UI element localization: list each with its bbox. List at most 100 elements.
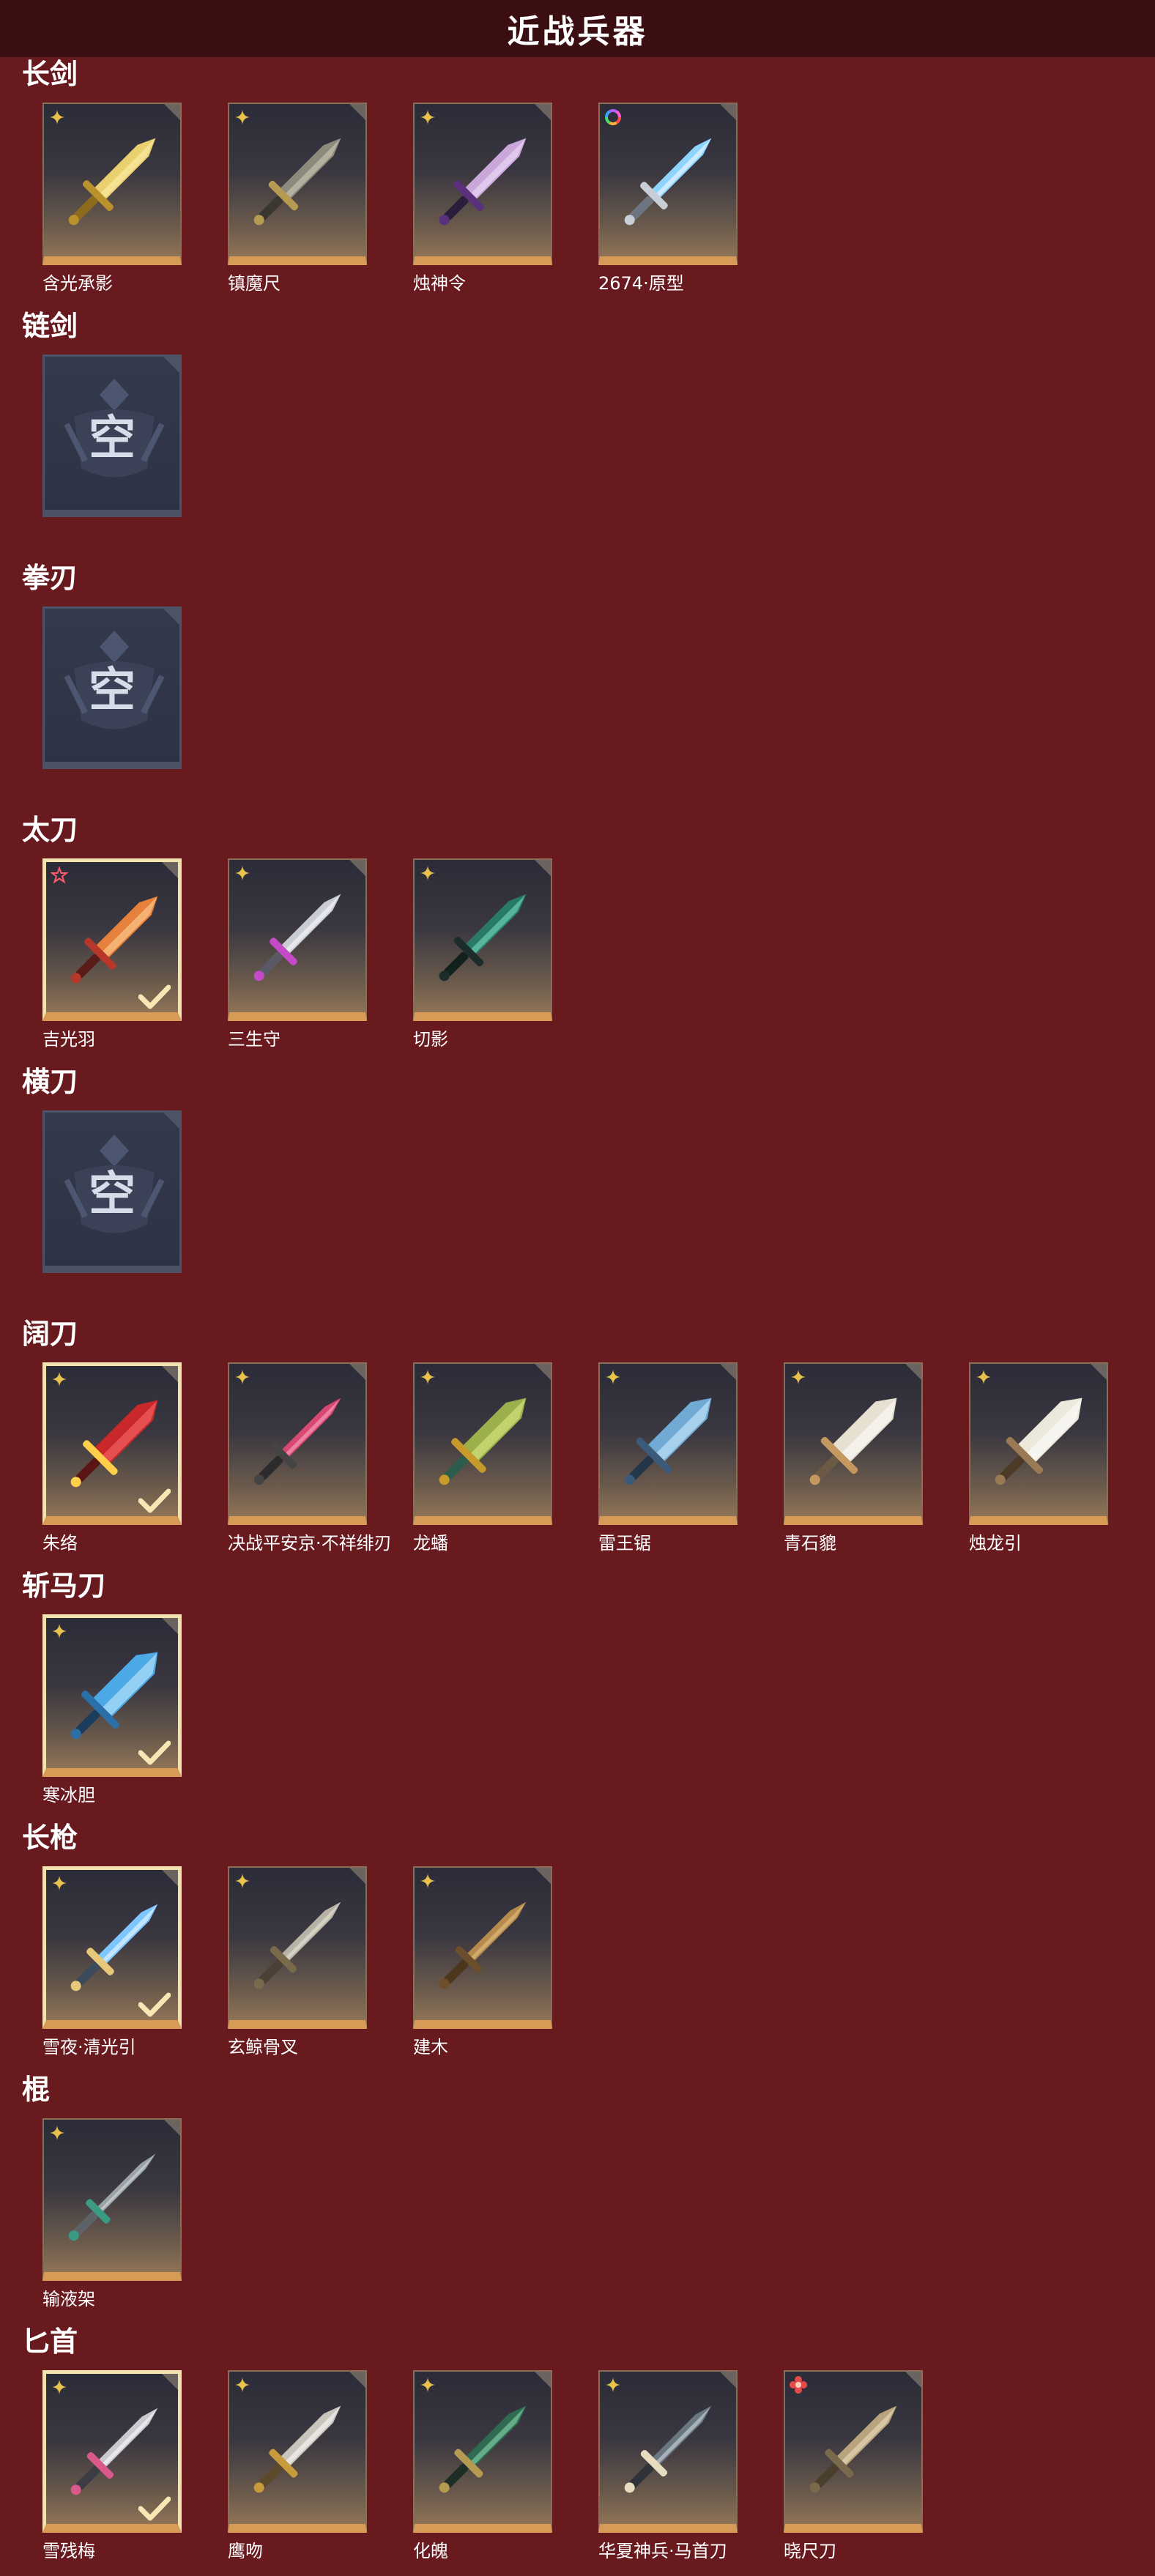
silver-katana-weapon-icon xyxy=(253,894,341,981)
sparkle-icon xyxy=(791,1370,806,1384)
equipped-check-icon xyxy=(138,984,171,1009)
weapon-name: 华夏神兵·马首刀 xyxy=(598,2541,727,2561)
weapon-card[interactable] xyxy=(42,103,182,265)
bronze-dagger-weapon-icon xyxy=(809,2405,897,2493)
jade-katana-weapon-icon xyxy=(439,894,527,981)
red-star-icon xyxy=(51,866,68,884)
blue-saw-weapon-icon xyxy=(624,1398,712,1485)
white-beast-blade-weapon-icon xyxy=(809,1398,897,1485)
weapon-card[interactable] xyxy=(228,1866,367,2029)
section-title: 链剑 xyxy=(22,310,78,342)
weapon-card[interactable] xyxy=(42,2370,182,2533)
sparkle-icon xyxy=(606,1370,620,1384)
empty-weapon-slot[interactable]: 空 xyxy=(42,355,182,517)
empty-slot-label: 空 xyxy=(89,1168,135,1222)
empty-weapon-slot[interactable]: 空 xyxy=(42,1110,182,1273)
sparkle-icon xyxy=(50,110,64,125)
weapon-card[interactable] xyxy=(413,1362,552,1525)
weapon-card[interactable] xyxy=(413,2370,552,2533)
sparkle-icon xyxy=(235,2378,250,2392)
weapon-name: 镇魔尺 xyxy=(228,273,281,294)
weapon-card[interactable] xyxy=(228,2370,367,2533)
section-title: 长剑 xyxy=(22,58,78,90)
equipped-check-icon xyxy=(138,2496,171,2521)
weapon-card[interactable] xyxy=(969,1362,1108,1525)
weapon-card[interactable] xyxy=(228,1362,367,1525)
gold-sword-weapon-icon xyxy=(68,138,156,226)
weapon-name: 含光承影 xyxy=(42,273,113,294)
dark-sword-weapon-icon xyxy=(253,138,341,226)
sparkle-icon xyxy=(420,2378,435,2392)
weapon-name: 鹰吻 xyxy=(228,2541,263,2561)
weapon-card[interactable] xyxy=(598,1362,738,1525)
trident-weapon-icon xyxy=(253,1901,341,1989)
section-title: 斩马刀 xyxy=(22,1570,106,1602)
green-dagger-weapon-icon xyxy=(439,2405,527,2493)
red-flower-icon xyxy=(790,2376,807,2394)
weapon-card[interactable] xyxy=(598,2370,738,2533)
rainbow-ring-icon xyxy=(605,109,621,125)
empty-slot-label: 空 xyxy=(89,412,135,466)
weapon-card[interactable] xyxy=(42,2118,182,2281)
empty-slot-label: 空 xyxy=(89,664,135,718)
weapon-card[interactable] xyxy=(413,103,552,265)
horse-dagger-weapon-icon xyxy=(624,2405,712,2493)
sparkle-icon xyxy=(50,2126,64,2140)
weapon-card[interactable] xyxy=(42,858,182,1021)
weapon-name: 玄鲸骨叉 xyxy=(228,2037,298,2057)
weapon-card[interactable] xyxy=(228,103,367,265)
sparkle-icon xyxy=(420,1370,435,1384)
weapon-card[interactable] xyxy=(413,858,552,1021)
curved-dagger-weapon-icon xyxy=(253,2405,341,2493)
green-gold-blade-weapon-icon xyxy=(439,1398,527,1485)
weapon-card[interactable] xyxy=(42,1614,182,1777)
sparkle-icon xyxy=(235,110,250,125)
weapon-card[interactable] xyxy=(784,1362,923,1525)
weapon-name: 切影 xyxy=(413,1029,448,1050)
sparkle-icon xyxy=(52,1624,67,1638)
corner-tab-icon xyxy=(163,609,179,625)
weapon-name: 雪夜·清光引 xyxy=(42,2037,136,2057)
sparkle-icon xyxy=(235,866,250,880)
equipped-check-icon xyxy=(138,1488,171,1513)
weapon-name: 输液架 xyxy=(42,2289,95,2309)
weapon-name: 三生守 xyxy=(228,1029,281,1050)
sparkle-icon xyxy=(420,110,435,125)
weapon-name: 雷王锯 xyxy=(598,1533,651,1554)
equipped-check-icon xyxy=(138,1992,171,2017)
page-header: 近战兵器 xyxy=(0,0,1155,57)
weapon-name: 青石貔 xyxy=(784,1533,836,1554)
weapon-card[interactable] xyxy=(42,1866,182,2029)
weapon-card[interactable] xyxy=(598,103,738,265)
pink-blade-weapon-icon xyxy=(253,1398,341,1485)
weapon-name: 2674·原型 xyxy=(598,273,684,294)
weapon-name: 龙蟠 xyxy=(413,1533,448,1554)
weapon-name: 建木 xyxy=(413,2037,448,2057)
sparkle-icon xyxy=(52,2380,67,2394)
weapon-card[interactable] xyxy=(784,2370,923,2533)
sparkle-icon xyxy=(235,1370,250,1384)
weapon-name: 晓尺刀 xyxy=(784,2541,836,2561)
weapon-card[interactable] xyxy=(42,1362,182,1525)
weapon-card[interactable] xyxy=(413,1866,552,2029)
sparkle-icon xyxy=(52,1372,67,1387)
sparkle-icon xyxy=(420,1874,435,1888)
weapon-name: 雪残梅 xyxy=(42,2541,95,2561)
empty-weapon-slot[interactable]: 空 xyxy=(42,606,182,769)
page-title: 近战兵器 xyxy=(507,13,648,51)
section-title: 拳刃 xyxy=(22,562,78,594)
corner-tab-icon xyxy=(163,1113,179,1129)
weapon-name: 烛龙引 xyxy=(969,1533,1022,1554)
weapon-card[interactable] xyxy=(228,858,367,1021)
section-title: 阔刀 xyxy=(22,1318,78,1350)
sparkle-icon xyxy=(420,866,435,880)
section-title: 棍 xyxy=(22,2074,51,2106)
weapon-name: 寒冰胆 xyxy=(42,1785,95,1805)
weapon-name: 吉光羽 xyxy=(42,1029,95,1050)
sparkle-icon xyxy=(235,1874,250,1888)
purple-sword-weapon-icon xyxy=(439,138,527,226)
light-sword-weapon-icon xyxy=(624,138,712,226)
weapon-name: 朱络 xyxy=(42,1533,78,1554)
section-title: 匕首 xyxy=(22,2326,78,2358)
weapon-name: 决战平安京·不祥绯刃 xyxy=(228,1533,392,1554)
